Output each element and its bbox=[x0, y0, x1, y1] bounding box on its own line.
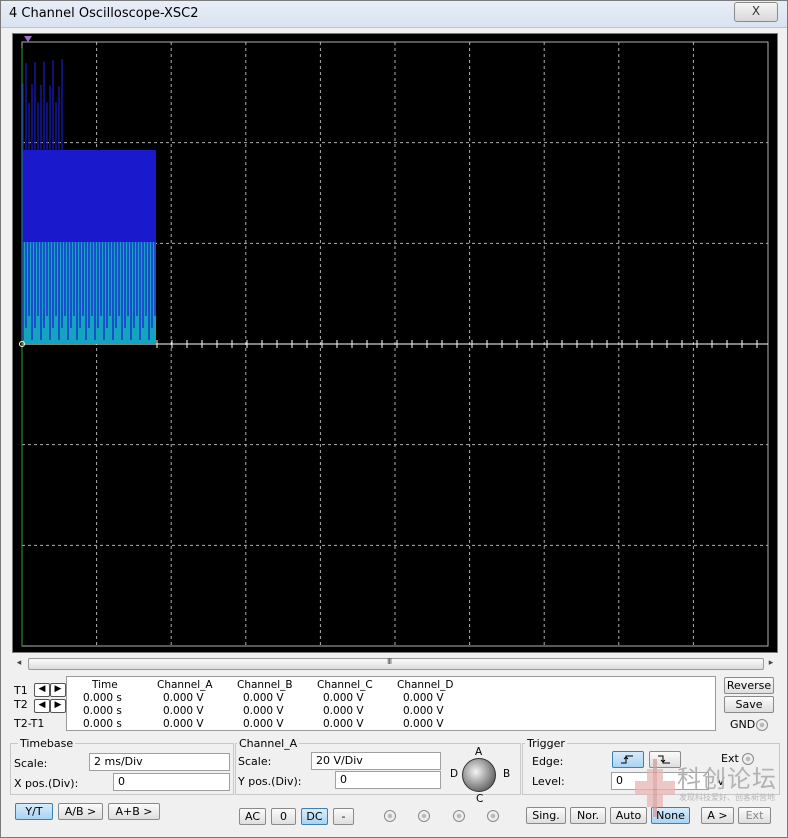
channel-title: Channel_A bbox=[237, 737, 300, 750]
t2-channel-a: 0.000 V bbox=[163, 705, 204, 717]
header-channel-b: Channel_B bbox=[237, 679, 293, 691]
gnd-label: GND bbox=[730, 718, 756, 731]
channel-b-terminal[interactable] bbox=[418, 810, 430, 822]
t2-channel-d: 0.000 V bbox=[403, 705, 444, 717]
watermark-subtext: 发现科技爱好、创客新营地 bbox=[679, 793, 775, 802]
t1-time: 0.000 s bbox=[83, 692, 122, 704]
t2-t1-channel-c: 0.000 V bbox=[323, 718, 364, 730]
t1-channel-b: 0.000 V bbox=[243, 692, 284, 704]
normal-button[interactable]: Nor. bbox=[570, 807, 606, 824]
header-channel-a: Channel_A bbox=[157, 679, 213, 691]
yt-button[interactable]: Y/T bbox=[15, 803, 53, 820]
ab-button[interactable]: A/B > bbox=[58, 803, 103, 820]
row-label-t1: T1 bbox=[14, 684, 28, 697]
reverse-button[interactable]: Reverse bbox=[724, 677, 774, 694]
row-label-t2: T2 bbox=[14, 698, 28, 711]
title-bar: 4 Channel Oscilloscope-XSC2 X bbox=[1, 1, 787, 28]
timebase-scale-field[interactable]: 2 ms/Div bbox=[89, 753, 230, 771]
a-plus-b-button[interactable]: A+B > bbox=[108, 803, 160, 820]
t2-time: 0.000 s bbox=[83, 705, 122, 717]
header-channel-c: Channel_C bbox=[317, 679, 373, 691]
window-title: 4 Channel Oscilloscope-XSC2 bbox=[9, 6, 199, 21]
t2-channel-c: 0.000 V bbox=[323, 705, 364, 717]
knob-label-b: B bbox=[503, 768, 511, 780]
channel-selector-knob[interactable] bbox=[462, 758, 496, 792]
timebase-xpos-field[interactable]: 0 bbox=[113, 773, 230, 791]
timebase-title: Timebase bbox=[18, 737, 76, 750]
scroll-left-icon[interactable]: ◂ bbox=[12, 657, 26, 670]
knob-label-d: D bbox=[450, 768, 459, 780]
scroll-grip-icon: III bbox=[387, 657, 392, 666]
close-button[interactable]: X bbox=[734, 2, 778, 22]
scope-screen bbox=[12, 33, 778, 653]
t2-t1-time: 0.000 s bbox=[83, 718, 122, 730]
channel-c-terminal[interactable] bbox=[453, 810, 465, 822]
single-button[interactable]: Sing. bbox=[526, 807, 566, 824]
trigger-marker-icon bbox=[24, 36, 32, 42]
save-button[interactable]: Save bbox=[724, 696, 774, 713]
channel-ypos-label: Y pos.(Div): bbox=[238, 775, 302, 788]
oscilloscope-window: 4 Channel Oscilloscope-XSC2 X ◂ III ▸ T1… bbox=[0, 0, 788, 838]
trigger-level-label: Level: bbox=[532, 775, 565, 788]
timebase-xpos-label: X pos.(Div): bbox=[14, 777, 79, 790]
channel-scale-label: Scale: bbox=[238, 755, 272, 768]
watermark-text: 科创论坛 bbox=[677, 765, 777, 793]
knob-label-c: C bbox=[476, 793, 484, 805]
timebase-scale-label: Scale: bbox=[14, 757, 48, 770]
waveform-display bbox=[19, 36, 769, 647]
zero-button[interactable]: 0 bbox=[271, 808, 296, 825]
t2-t1-channel-a: 0.000 V bbox=[163, 718, 204, 730]
trigger-edge-label: Edge: bbox=[532, 755, 564, 768]
horizontal-scrollbar[interactable]: ◂ III ▸ bbox=[12, 657, 778, 670]
t1-channel-c: 0.000 V bbox=[323, 692, 364, 704]
ac-button[interactable]: AC bbox=[239, 808, 266, 825]
t1-channel-d: 0.000 V bbox=[403, 692, 444, 704]
dc-button[interactable]: DC bbox=[301, 808, 328, 825]
gnd-terminal[interactable] bbox=[756, 719, 768, 731]
t1-right-arrow-icon[interactable]: ▶ bbox=[50, 683, 66, 697]
t1-channel-a: 0.000 V bbox=[163, 692, 204, 704]
channel-ypos-field[interactable]: 0 bbox=[335, 771, 441, 789]
trigger-title: Trigger bbox=[525, 737, 567, 750]
t2-right-arrow-icon[interactable]: ▶ bbox=[50, 699, 66, 713]
t1-left-arrow-icon[interactable]: ◀ bbox=[34, 683, 50, 697]
scroll-thumb[interactable]: III bbox=[28, 657, 764, 670]
row-label-t2-t1: T2-T1 bbox=[14, 717, 45, 730]
knob-label-a: A bbox=[475, 746, 483, 758]
t2-t1-channel-d: 0.000 V bbox=[403, 718, 444, 730]
invert-button[interactable]: - bbox=[333, 808, 354, 825]
cursor-readout-table: Time Channel_A Channel_B Channel_C Chann… bbox=[66, 676, 716, 731]
t2-left-arrow-icon[interactable]: ◀ bbox=[34, 699, 50, 713]
scroll-right-icon[interactable]: ▸ bbox=[764, 657, 778, 670]
header-channel-d: Channel_D bbox=[397, 679, 454, 691]
channel-scale-field[interactable]: 20 V/Div bbox=[311, 752, 441, 770]
t2-t1-channel-b: 0.000 V bbox=[243, 718, 284, 730]
header-time: Time bbox=[92, 679, 118, 691]
channel-d-terminal[interactable] bbox=[487, 810, 499, 822]
t2-channel-b: 0.000 V bbox=[243, 705, 284, 717]
channel-a-terminal[interactable] bbox=[384, 810, 396, 822]
